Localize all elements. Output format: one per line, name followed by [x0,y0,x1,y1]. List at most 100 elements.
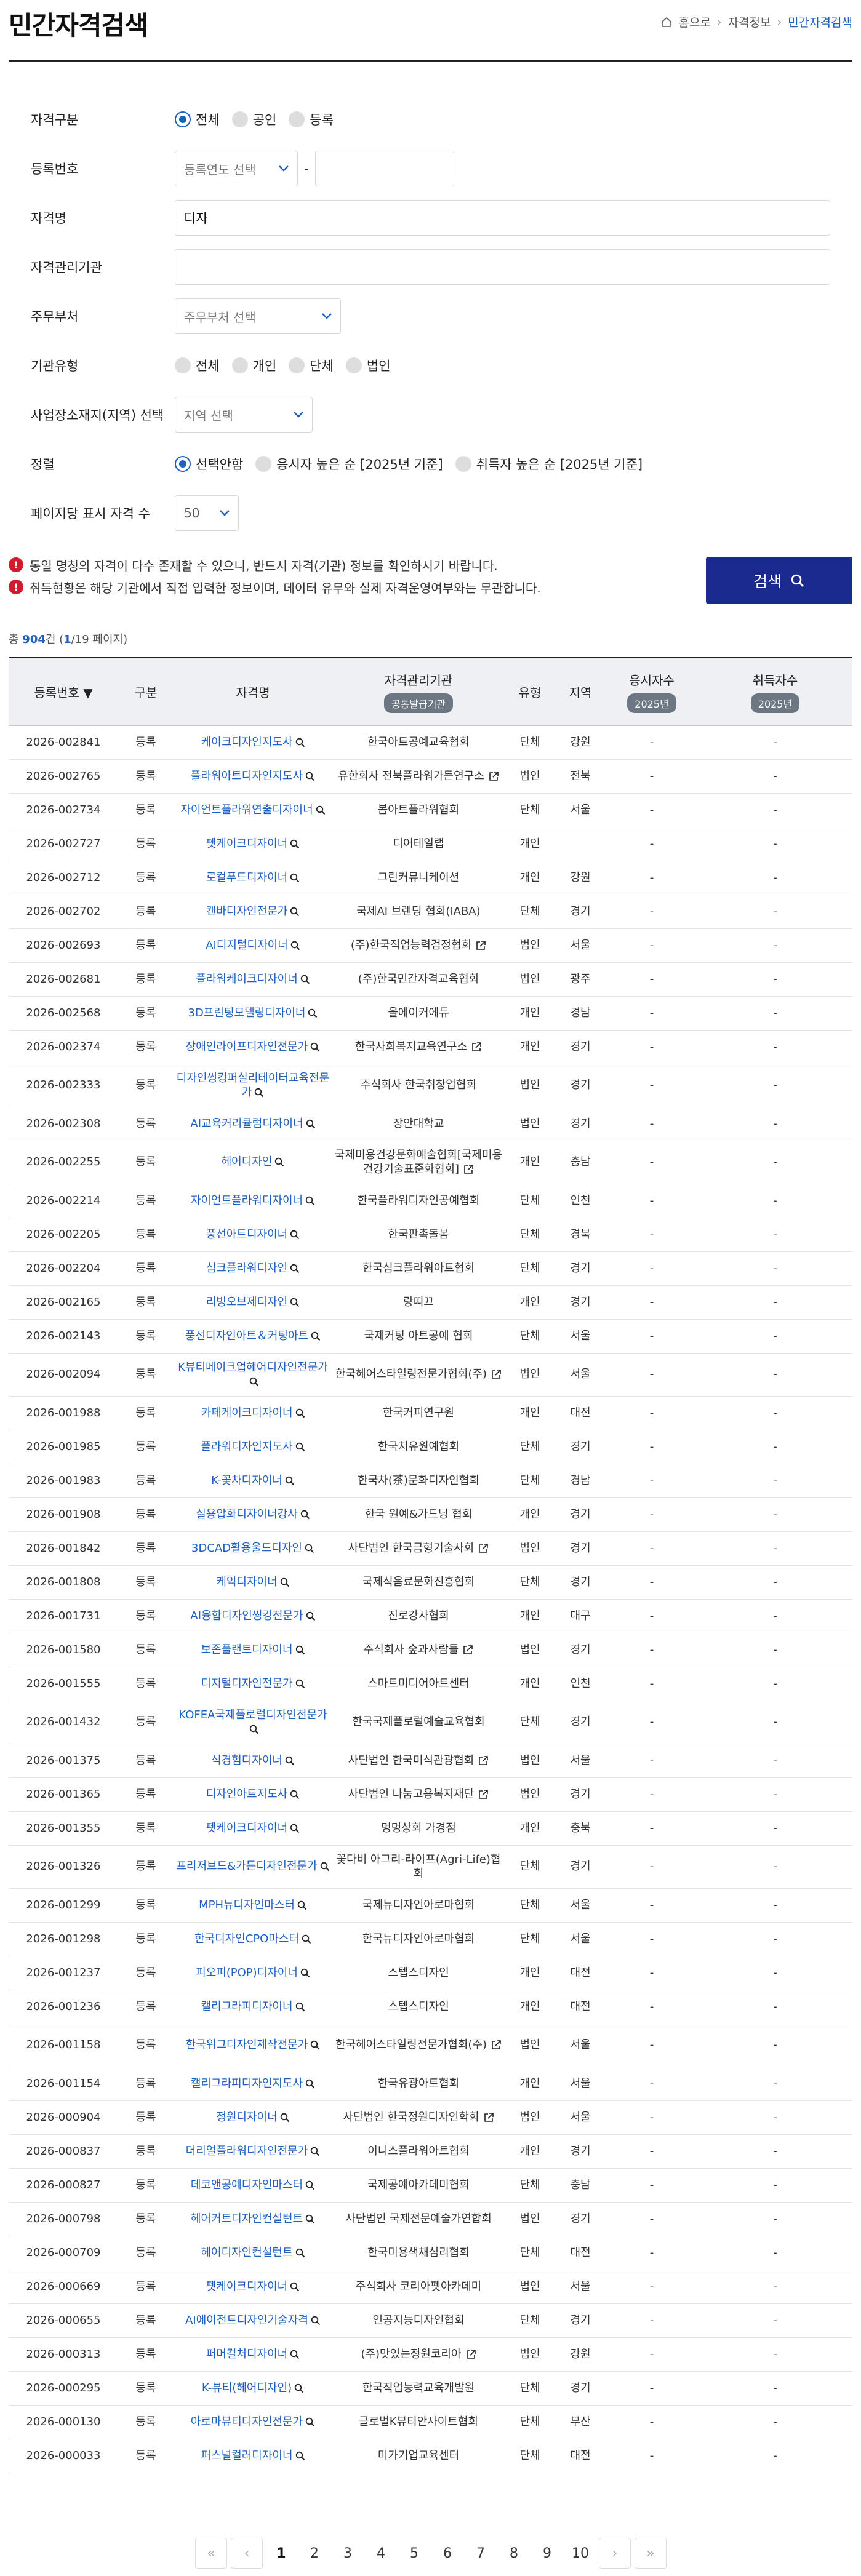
search-icon[interactable] [293,2000,305,2013]
qualification-link[interactable]: 카페케이크디자이너 [201,1406,292,1419]
table-row[interactable]: 2026-001842 등록 3DCAD활용울드디자인 사단법인 한국금형기술사회 법인… [9,1531,852,1566]
table-row[interactable]: 2026-002693 등록 AI디지털디자이너 (주)한국직업능력검정협회 법인 서울 -… [9,928,852,963]
search-button[interactable]: 검색 [706,557,852,604]
table-row[interactable]: 2026-001158 등록 한국위그디자인제작전문가 한국헤어스타일링전문가협회(주… [9,2024,852,2067]
search-icon[interactable] [303,2179,315,2191]
search-icon[interactable] [288,939,300,952]
name-cell[interactable]: AI교육커리큘럼디자이너 [174,1107,332,1141]
page-number[interactable]: 7 [466,2538,495,2568]
table-row[interactable]: 2026-000837 등록 더리얼플라워디자인전문가 이니스플라워아트협회 개인 경기 -… [9,2134,852,2169]
col-reg-no[interactable]: 등록번호 ▼ [9,658,118,725]
search-icon[interactable] [287,1228,300,1241]
qualification-link[interactable]: 플라워디자인지도사 [201,1440,292,1453]
qualification-link[interactable]: AI디지털디자이너 [206,939,288,952]
table-row[interactable]: 2026-000295 등록 K-뷰티(헤어디자인) 한국직업능력교육개발원 단체 경기 -… [9,2371,852,2406]
qualification-link[interactable]: 풍선디자인아트＆커팅아트 [185,1330,308,1342]
search-icon[interactable] [293,2246,305,2259]
qualification-link[interactable]: 펫케이크디자이너 [206,1822,287,1835]
search-icon[interactable] [313,804,326,816]
qualification-link[interactable]: AI융합디자인씽킹전문가 [190,1609,303,1622]
name-cell[interactable]: 심크플라워디자인 [174,1251,332,1286]
external-link-icon[interactable] [479,2111,494,2124]
table-row[interactable]: 2026-002727 등록 펫케이크디자이너 디어테일랩 개인 - - [9,827,852,861]
search-icon[interactable] [308,1330,321,1342]
qualification-link[interactable]: KOFEA국제플로럴디자인전문가 [178,1709,327,1721]
external-link-icon[interactable] [484,770,499,783]
qualification-link[interactable]: 퍼스널컬러디자이너 [201,2449,292,2462]
table-row[interactable]: 2026-000669 등록 펫케이크디자이너 주식회사 코리아펫아카데미 법인 서울 - - [9,2270,852,2304]
page-number[interactable]: 9 [532,2538,562,2568]
radio-button[interactable] [289,111,305,127]
name-cell[interactable]: 3D프린팅모델링디자이너 [174,996,332,1031]
next-page-button[interactable]: › [599,2538,631,2569]
name-cell[interactable]: 퍼스널컬러디자이너 [174,2439,332,2473]
search-icon[interactable] [247,1375,259,1388]
qualification-link[interactable]: 3DCAD활용울드디자인 [191,1542,302,1555]
table-row[interactable]: 2026-001365 등록 디자인아트지도사 사단법인 나눔고용복지재단 법인 경기 - - [9,1777,852,1812]
sort-option[interactable]: 선택안함 [175,455,243,473]
external-link-icon[interactable] [474,1754,489,1767]
name-cell[interactable]: K뷰티메이크업헤어디자인전문가 [174,1353,332,1397]
qualification-link[interactable]: K-뷰티(헤어디자인) [202,2382,292,2395]
table-row[interactable]: 2026-000798 등록 헤어커트디자인컨설턴트 사단법인 국제전문예술가연합회 법… [9,2202,852,2236]
search-icon[interactable] [293,2449,305,2462]
name-cell[interactable]: KOFEA국제플로럴디자인전문가 [174,1701,332,1744]
search-icon[interactable] [282,1474,295,1487]
search-icon[interactable] [303,2415,315,2428]
search-icon[interactable] [287,1262,300,1275]
table-row[interactable]: 2026-000904 등록 정원디자이너 사단법인 한국정원디자인학회 법인 서울 - - [9,2100,852,2135]
radio-button[interactable] [255,456,272,472]
table-row[interactable]: 2026-002308 등록 AI교육커리큘럼디자이너 장안대학교 법인 경기 - - [9,1107,852,1141]
search-icon[interactable] [303,2077,315,2090]
name-cell[interactable]: 데코앤공예디자인마스터 [174,2168,332,2203]
type-option[interactable]: 전체 [175,110,220,129]
type-option[interactable]: 공인 [231,110,276,129]
page-number[interactable]: 4 [366,2538,396,2568]
name-cell[interactable]: 한국위그디자인제작전문가 [174,2024,332,2067]
search-icon[interactable] [308,2314,321,2327]
search-icon[interactable] [303,1117,316,1130]
name-cell[interactable]: 헤어디자인컨설턴트 [174,2236,332,2270]
page-number[interactable]: 3 [333,2538,362,2568]
name-cell[interactable]: 풍선아트디자이너 [174,1218,332,1252]
qualification-link[interactable]: 장애인라이프디자인전문가 [186,1040,308,1053]
qualification-link[interactable]: 아로마뷰티디자인전문가 [191,2415,303,2428]
qualification-link[interactable]: 펫케이크디자이너 [206,837,287,850]
qualification-link[interactable]: K-꽃차디자이너 [211,1474,282,1487]
name-cell[interactable]: 정원디자이너 [174,2100,332,2135]
page-number[interactable]: 1 [266,2538,296,2568]
page-number[interactable]: 6 [433,2538,462,2568]
qualification-link[interactable]: 헤어디자인 [222,1155,273,1168]
org-type-option[interactable]: 단체 [289,356,334,375]
name-cell[interactable]: 3DCAD활용울드디자인 [174,1531,332,1566]
qualification-link[interactable]: 풍선아트디자이너 [206,1228,287,1241]
name-cell[interactable]: 플라워디자인지도사 [174,1430,332,1464]
name-cell[interactable]: 장애인라이프디자인전문가 [174,1030,332,1064]
qualification-link[interactable]: 피오피(POP)디자이너 [196,1966,298,1979]
search-icon[interactable] [292,2382,304,2395]
name-cell[interactable]: 펫케이크디자이너 [174,2270,332,2304]
page-number[interactable]: 8 [499,2538,529,2568]
page-number[interactable]: 2 [300,2538,329,2568]
radio-button[interactable] [231,111,248,127]
qualification-link[interactable]: 한국디자인CPO마스터 [194,1932,299,1945]
search-icon[interactable] [278,2111,290,2124]
search-icon[interactable] [293,736,305,749]
radio-button[interactable] [455,456,471,472]
qualification-link[interactable]: 리빙오브제디자인 [206,1296,287,1309]
search-icon[interactable] [303,1609,316,1622]
name-cell[interactable]: 프리저브드&가든디자인전문가 [174,1845,332,1889]
table-row[interactable]: 2026-002205 등록 풍선아트디자이너 한국판촉돌봄 단체 경북 - - [9,1218,852,1252]
search-icon[interactable] [278,1576,290,1589]
name-cell[interactable]: 펫케이크디자이너 [174,827,332,861]
search-icon[interactable] [252,1086,264,1099]
name-cell[interactable]: 케익디자이너 [174,1565,332,1600]
name-cell[interactable]: 풍선디자인아트＆커팅아트 [174,1319,332,1354]
table-row[interactable]: 2026-002702 등록 캔바디자인전문가 국제AI 브랜딩 협회(IABA) 단체… [9,895,852,929]
table-row[interactable]: 2026-001985 등록 플라워디자인지도사 한국치유원예협회 단체 경기 - - [9,1430,852,1464]
table-row[interactable]: 2026-001237 등록 피오피(POP)디자이너 스텝스디자인 개인 대전 - - [9,1956,852,1990]
qualification-link[interactable]: AI교육커리큘럼디자이너 [190,1117,303,1130]
name-cell[interactable]: 자이언트플라워디자이너 [174,1184,332,1218]
search-icon[interactable] [305,1007,318,1019]
name-cell[interactable]: 더리얼플라워디자인전문가 [174,2134,332,2169]
